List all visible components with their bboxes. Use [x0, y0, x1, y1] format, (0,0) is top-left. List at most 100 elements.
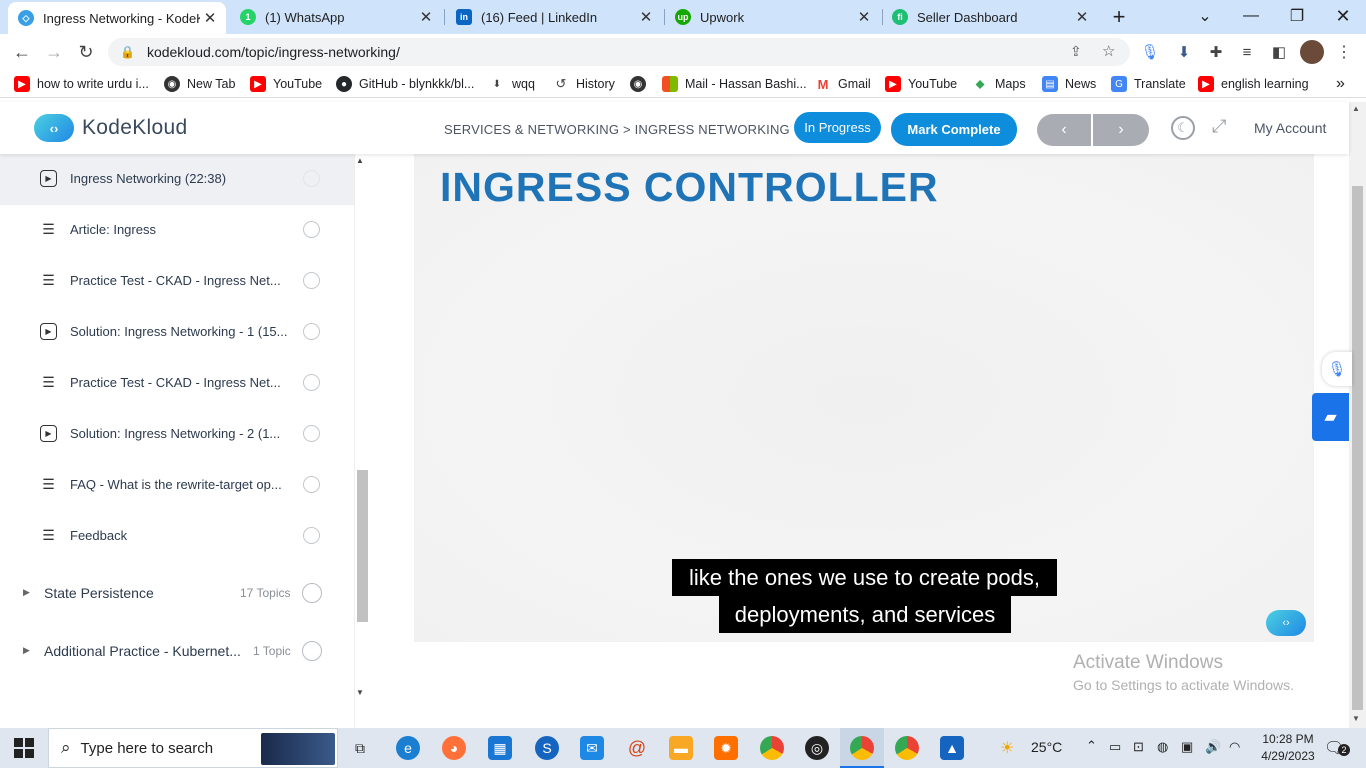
- completion-circle[interactable]: [303, 323, 320, 340]
- tab-seller-dashboard[interactable]: fi Seller Dashboard ✕: [882, 0, 1098, 34]
- new-tab-button[interactable]: +: [1106, 4, 1132, 30]
- tab-linkedin[interactable]: in (16) Feed | LinkedIn ✕: [446, 0, 662, 34]
- bookmark-item[interactable]: ● GitHub - blynkkk/bl...: [336, 75, 474, 93]
- skype-icon[interactable]: S: [535, 736, 559, 760]
- settings-gear-app-icon[interactable]: ✹: [714, 736, 738, 760]
- firefox-icon[interactable]: ◕: [442, 736, 466, 760]
- tab-search-chevron-icon[interactable]: ⌄: [1182, 0, 1228, 32]
- bookmark-item[interactable]: ▤ News: [1042, 75, 1096, 93]
- lesson-item[interactable]: ☰ Feedback: [0, 511, 354, 562]
- completion-circle[interactable]: [303, 476, 320, 493]
- chrome-profile-h-icon[interactable]: [895, 736, 919, 760]
- webcam-icon[interactable]: ◍: [1157, 739, 1168, 755]
- close-tab-icon[interactable]: ✕: [200, 9, 220, 27]
- breadcrumb[interactable]: SERVICES & NETWORKING > INGRESS NETWORKI…: [444, 122, 790, 137]
- microsoft-store-icon[interactable]: ▦: [488, 736, 512, 760]
- status-badge[interactable]: In Progress: [794, 112, 881, 143]
- section-additional-practice[interactable]: ▶ Additional Practice - Kubernet... 1 To…: [0, 625, 354, 677]
- bookmark-item[interactable]: G Translate: [1111, 75, 1186, 93]
- network-device-icon[interactable]: ⊡: [1133, 739, 1144, 755]
- display-icon[interactable]: ▣: [1181, 739, 1193, 755]
- tab-kodekloud[interactable]: ◇ Ingress Networking - KodeKl ✕: [8, 2, 226, 34]
- bookmark-item[interactable]: ▶ YouTube: [250, 75, 322, 93]
- bookmark-star-icon[interactable]: ☆: [1102, 42, 1115, 60]
- mark-complete-button[interactable]: Mark Complete: [891, 113, 1017, 146]
- lock-icon[interactable]: 🔒: [120, 45, 135, 59]
- restore-button[interactable]: ❐: [1274, 0, 1320, 32]
- task-view-icon[interactable]: ⧉: [348, 736, 372, 760]
- section-state-persistence[interactable]: ▶ State Persistence 17 Topics: [0, 567, 354, 619]
- bookmark-item[interactable]: ▶ english learning: [1198, 75, 1309, 93]
- bookmark-item[interactable]: ◉: [630, 75, 653, 93]
- expand-triangle-icon[interactable]: ▶: [23, 645, 30, 656]
- expand-triangle-icon[interactable]: ▶: [23, 587, 30, 598]
- scroll-up-arrow-icon[interactable]: ▲: [1352, 104, 1360, 113]
- media-queue-icon[interactable]: ≡: [1237, 42, 1257, 62]
- completion-circle[interactable]: [303, 170, 320, 187]
- chrome-icon[interactable]: [760, 736, 784, 760]
- scroll-up-arrow-icon[interactable]: ▲: [356, 156, 364, 165]
- edge-browser-icon[interactable]: e: [396, 736, 420, 760]
- completion-circle[interactable]: [303, 527, 320, 544]
- close-tab-icon[interactable]: ✕: [416, 8, 436, 26]
- video-player[interactable]: INGRESS CONTROLLER like the ones we use …: [414, 154, 1314, 642]
- mail-icon[interactable]: ✉: [580, 736, 604, 760]
- bookmark-item[interactable]: ▶ YouTube: [885, 75, 957, 93]
- lesson-item[interactable]: ☰ Practice Test - CKAD - Ingress Net...: [0, 256, 354, 307]
- bookmark-item[interactable]: ⬥ Maps: [972, 75, 1025, 93]
- clock-date[interactable]: 4/29/2023: [1257, 749, 1319, 763]
- chrome-active-taskbar-slot[interactable]: [840, 728, 884, 768]
- bookmark-item[interactable]: ↺ History: [553, 75, 615, 93]
- more-bookmarks-button[interactable]: »: [1336, 75, 1345, 93]
- lesson-item[interactable]: ▶ Solution: Ingress Networking - 2 (1...: [0, 409, 354, 460]
- bookmark-item[interactable]: ▶ how to write urdu i...: [14, 75, 149, 93]
- file-explorer-icon[interactable]: ▬: [669, 736, 693, 760]
- snail-app-icon[interactable]: @: [625, 736, 649, 760]
- chat-support-icon[interactable]: ▰: [1312, 393, 1349, 441]
- lesson-item[interactable]: ▶ Ingress Networking (22:38): [0, 154, 354, 205]
- page-scrollbar-thumb[interactable]: [1352, 186, 1363, 710]
- clock-time[interactable]: 10:28 PM: [1257, 732, 1319, 746]
- sidebar-scrollbar-thumb[interactable]: [357, 470, 368, 622]
- dark-mode-toggle-icon[interactable]: ☾: [1171, 116, 1195, 140]
- battery-icon[interactable]: ▭: [1109, 739, 1121, 755]
- reload-icon[interactable]: ↻: [72, 38, 100, 66]
- sidebar-scrollbar[interactable]: ▲ ▼: [354, 154, 369, 728]
- weather-temperature[interactable]: 25°C: [1031, 739, 1062, 755]
- download-extension-icon[interactable]: ⬇: [1174, 42, 1194, 62]
- share-icon[interactable]: ⇪: [1070, 43, 1082, 60]
- page-scrollbar[interactable]: ▲ ▼: [1349, 102, 1366, 728]
- previous-lesson-button[interactable]: ‹: [1037, 114, 1091, 146]
- close-window-button[interactable]: ✕: [1320, 0, 1366, 32]
- next-lesson-button[interactable]: ›: [1093, 114, 1149, 146]
- fullscreen-expand-icon[interactable]: ⤢: [1212, 116, 1226, 137]
- tab-upwork[interactable]: up Upwork ✕: [665, 0, 880, 34]
- taskbar-search-box[interactable]: ⌕ Type here to search: [48, 728, 338, 768]
- show-hidden-icons-chevron-icon[interactable]: ⌃: [1086, 738, 1097, 754]
- weather-sun-icon[interactable]: ☀: [1000, 738, 1014, 758]
- completion-circle[interactable]: [303, 272, 320, 289]
- lesson-item[interactable]: ☰ FAQ - What is the rewrite-target op...: [0, 460, 354, 511]
- volume-speaker-icon[interactable]: 🔊: [1205, 739, 1221, 755]
- bookmark-item[interactable]: ⬇ wqq: [489, 75, 535, 93]
- voice-input-microphone-icon[interactable]: 🎙: [1322, 352, 1352, 386]
- kodekloud-logo[interactable]: ‹› KodeKloud: [34, 114, 187, 142]
- wifi-icon[interactable]: ◠: [1229, 739, 1240, 755]
- close-tab-icon[interactable]: ✕: [1072, 8, 1092, 26]
- lesson-item[interactable]: ☰ Practice Test - CKAD - Ingress Net...: [0, 358, 354, 409]
- extensions-puzzle-icon[interactable]: ✚: [1206, 42, 1226, 62]
- my-account-link[interactable]: My Account: [1254, 120, 1326, 136]
- browser-menu-icon[interactable]: ⋮: [1334, 42, 1354, 62]
- completion-circle[interactable]: [303, 425, 320, 442]
- completion-circle[interactable]: [302, 583, 322, 603]
- close-tab-icon[interactable]: ✕: [636, 8, 656, 26]
- lesson-item[interactable]: ▶ Solution: Ingress Networking - 1 (15..…: [0, 307, 354, 358]
- tab-whatsapp[interactable]: 1 (1) WhatsApp ✕: [230, 0, 442, 34]
- close-tab-icon[interactable]: ✕: [854, 8, 874, 26]
- url-text[interactable]: kodekloud.com/topic/ingress-networking/: [147, 44, 400, 60]
- side-panel-icon[interactable]: ◧: [1269, 42, 1289, 62]
- photos-icon[interactable]: ▲: [940, 736, 964, 760]
- completion-circle[interactable]: [303, 374, 320, 391]
- minimize-button[interactable]: —: [1228, 0, 1274, 32]
- microphone-extension-icon[interactable]: 🎙: [1140, 42, 1160, 62]
